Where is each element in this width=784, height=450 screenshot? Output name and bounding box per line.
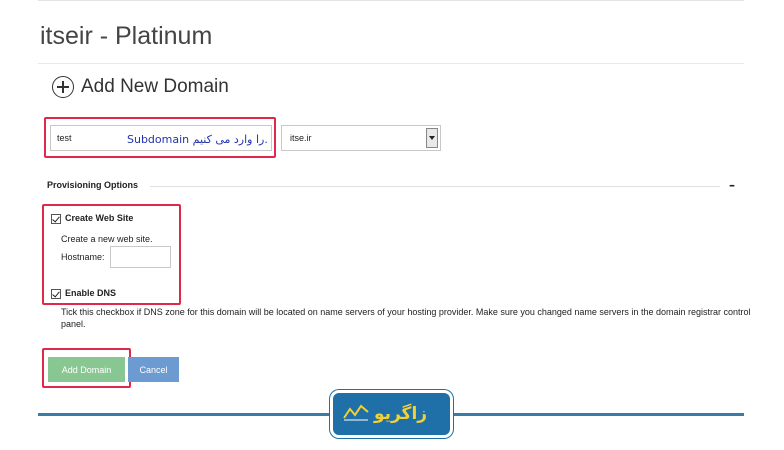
provisioning-options-title: Provisioning Options — [47, 180, 139, 190]
enable-dns-description: Tick this checkbox if DNS zone for this … — [61, 307, 751, 329]
hostname-label: Hostname: — [61, 252, 105, 262]
watermark-logo: زاگریو — [330, 390, 453, 438]
subdomain-annotation: Subdomain را وارد می کنیم. — [127, 133, 268, 146]
collapse-toggle[interactable]: – — [729, 178, 735, 192]
create-web-site-description: Create a new web site. — [61, 234, 153, 244]
create-web-site-label: Create Web Site — [65, 213, 134, 223]
provisioning-divider — [150, 186, 720, 187]
add-domain-heading: Add New Domain — [81, 76, 229, 97]
cancel-button[interactable]: Cancel — [128, 357, 179, 382]
page-title: itseir - Platinum — [40, 22, 213, 50]
title-divider — [38, 63, 744, 64]
watermark-text: زاگریو — [373, 404, 428, 424]
enable-dns-label: Enable DNS — [65, 288, 117, 298]
logo-mark-icon — [343, 404, 369, 421]
domain-select-value: itse.ir — [290, 133, 312, 143]
hostname-input[interactable] — [110, 246, 171, 268]
enable-dns-checkbox[interactable] — [51, 289, 61, 299]
chevron-down-icon[interactable] — [426, 128, 438, 148]
create-web-site-checkbox[interactable] — [51, 214, 61, 224]
top-divider — [38, 0, 744, 4]
plus-circle-icon — [52, 76, 74, 98]
add-domain-button[interactable]: Add Domain — [48, 357, 125, 382]
domain-select[interactable]: itse.ir — [281, 125, 441, 151]
add-domain-header: Add New Domain — [52, 76, 229, 98]
